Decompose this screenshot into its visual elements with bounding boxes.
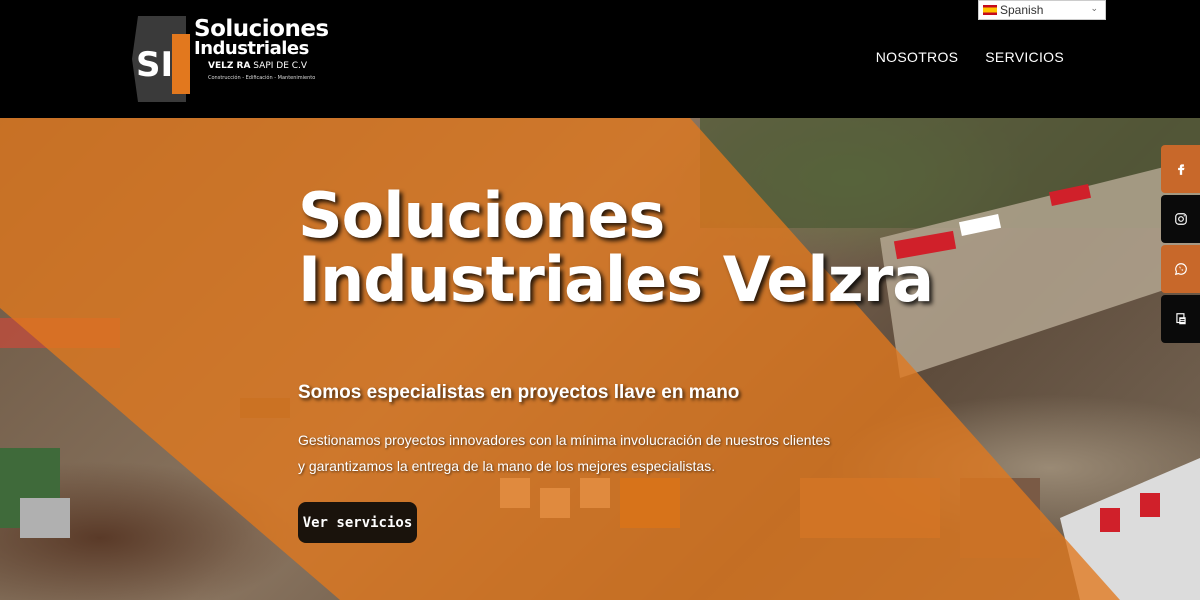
spain-flag-icon (983, 5, 997, 15)
hero-section: Soluciones Industriales Velzra Somos esp… (0, 118, 1200, 600)
logo-mark-icon: SI (132, 16, 190, 102)
hero-subtitle: Somos especialistas en proyectos llave e… (298, 382, 740, 403)
logo-company-bold: VELZ RA (208, 61, 251, 71)
logo-mark-text: SI (136, 45, 173, 85)
site-header: SI Soluciones Industriales VELZ RA SAPI … (0, 0, 1200, 118)
language-selected: Spanish (1000, 3, 1044, 17)
hero-title: Soluciones Industriales Velzra (298, 184, 934, 312)
logo-tagline: Construcción - Edificación - Mantenimien… (208, 75, 316, 81)
logo-company-rest: SAPI DE C.V (253, 61, 308, 71)
facebook-link[interactable] (1161, 145, 1200, 193)
social-sidebar (1161, 145, 1200, 345)
nav-nosotros[interactable]: NOSOTROS (876, 49, 959, 65)
chevron-down-icon: ⌄ (1090, 3, 1098, 13)
facebook-icon (1177, 164, 1184, 175)
logo-company: VELZ RA SAPI DE C.V (208, 61, 307, 71)
hero-title-line2: Industriales Velzra (298, 243, 934, 316)
document-icon (1175, 313, 1186, 325)
instagram-icon (1174, 213, 1187, 225)
nav-servicios[interactable]: SERVICIOS (985, 49, 1064, 65)
main-nav: NOSOTROS SERVICIOS (876, 49, 1064, 65)
language-selector[interactable]: Spanish ⌄ (978, 0, 1106, 20)
document-link[interactable] (1161, 295, 1200, 343)
whatsapp-link[interactable] (1161, 245, 1200, 293)
hero-title-line1: Soluciones (298, 179, 665, 252)
hero-description: Gestionamos proyectos innovadores con la… (298, 432, 831, 474)
ver-servicios-button[interactable]: Ver servicios (298, 502, 417, 543)
instagram-link[interactable] (1161, 195, 1200, 243)
logo[interactable]: SI Soluciones Industriales VELZ RA SAPI … (132, 14, 329, 104)
logo-title-line2: Industriales (194, 38, 309, 59)
whatsapp-icon (1174, 263, 1187, 276)
